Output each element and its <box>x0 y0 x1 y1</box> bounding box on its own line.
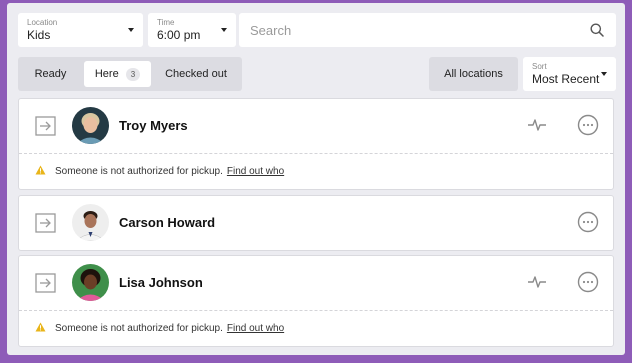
person-card: Lisa Johnson Someone is not authorized f… <box>18 255 614 347</box>
location-dropdown[interactable]: Location Kids <box>18 13 143 47</box>
tab-here-label: Here <box>94 68 119 80</box>
person-name[interactable]: Carson Howard <box>119 215 215 230</box>
time-dropdown[interactable]: Time 6:00 pm <box>148 13 236 47</box>
search-box <box>239 13 616 47</box>
all-locations-button[interactable]: All locations <box>429 57 518 91</box>
find-out-who-link[interactable]: Find out who <box>227 323 284 334</box>
find-out-who-link[interactable]: Find out who <box>227 166 284 177</box>
avatar <box>72 264 109 301</box>
tab-ready[interactable]: Ready <box>22 61 79 87</box>
search-icon[interactable] <box>590 23 604 42</box>
tab-here[interactable]: Here 3 <box>84 61 151 87</box>
tab-checked-out[interactable]: Checked out <box>155 61 237 87</box>
time-value: 6:00 pm <box>157 28 201 42</box>
status-tabs: Ready Here 3 Checked out <box>18 57 242 91</box>
caret-down-icon <box>221 28 227 32</box>
person-row[interactable]: Lisa Johnson <box>19 256 613 310</box>
time-label: Time <box>157 18 175 27</box>
check-in-icon[interactable] <box>35 213 56 238</box>
person-row[interactable]: Carson Howard <box>19 196 613 250</box>
location-label: Location <box>27 18 58 27</box>
chat-icon[interactable] <box>577 114 599 141</box>
check-in-icon[interactable] <box>35 116 56 141</box>
avatar <box>72 107 109 144</box>
sort-label: Sort <box>532 62 547 71</box>
sort-value: Most Recent <box>532 72 600 86</box>
location-value: Kids <box>27 28 51 42</box>
sort-dropdown[interactable]: Sort Most Recent <box>523 57 616 91</box>
pickup-warning: Someone is not authorized for pickup. Fi… <box>19 310 613 346</box>
status-filter-bar: Ready Here 3 Checked out All locations S… <box>18 57 616 91</box>
person-name[interactable]: Troy Myers <box>119 118 188 133</box>
warning-icon <box>35 165 46 178</box>
app-panel: Location Kids Time 6:00 pm Ready Here 3 <box>7 3 625 355</box>
person-row[interactable]: Troy Myers <box>19 99 613 153</box>
warning-icon <box>35 322 46 335</box>
chat-icon[interactable] <box>577 211 599 238</box>
person-card: Carson Howard <box>18 195 614 251</box>
chat-icon[interactable] <box>577 271 599 298</box>
check-in-icon[interactable] <box>35 273 56 298</box>
warning-text: Someone is not authorized for pickup. <box>55 323 223 334</box>
person-card: Troy Myers Someone is not authorized for… <box>18 98 614 190</box>
avatar <box>72 204 109 241</box>
top-filter-bar: Location Kids Time 6:00 pm <box>18 13 616 47</box>
count-badge: 3 <box>125 67 141 81</box>
warning-text: Someone is not authorized for pickup. <box>55 166 223 177</box>
caret-down-icon <box>128 28 134 32</box>
all-locations-label: All locations <box>444 68 503 80</box>
tab-checked-out-label: Checked out <box>165 68 227 80</box>
pickup-warning: Someone is not authorized for pickup. Fi… <box>19 153 613 189</box>
person-name[interactable]: Lisa Johnson <box>119 275 203 290</box>
caret-down-icon <box>601 72 607 76</box>
tab-ready-label: Ready <box>34 68 67 80</box>
pulse-icon[interactable] <box>527 118 547 137</box>
search-input[interactable] <box>239 13 559 47</box>
pulse-icon[interactable] <box>527 275 547 294</box>
